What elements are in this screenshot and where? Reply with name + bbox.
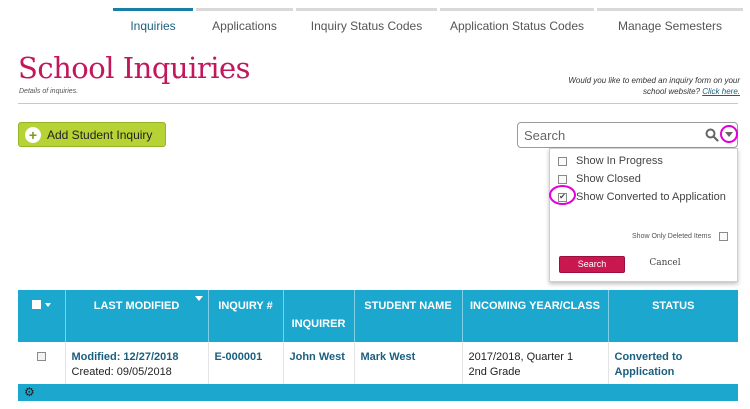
inquiry-number-link[interactable]: E-000001 bbox=[215, 351, 263, 363]
tab-applications[interactable]: Applications bbox=[196, 8, 293, 38]
filter-show-converted[interactable]: ✔ Show Converted to Application bbox=[558, 191, 726, 203]
filter-label: Show Closed bbox=[576, 173, 641, 185]
modified-link[interactable]: Modified: 12/27/2018 bbox=[72, 350, 202, 365]
top-tabs: Inquiries Applications Inquiry Status Co… bbox=[113, 0, 746, 38]
checkbox[interactable] bbox=[558, 156, 567, 166]
status-cell: Converted to Application bbox=[608, 342, 738, 389]
col-inquirer[interactable]: INQUIRER bbox=[283, 290, 355, 342]
embed-prompt: Would you like to embed an inquiry form … bbox=[560, 75, 740, 97]
header-label: LAST MODIFIED bbox=[93, 300, 180, 312]
filter-search-button[interactable]: Search bbox=[559, 256, 625, 273]
inquiries-table: LAST MODIFIED INQUIRY # INQUIRER STUDENT… bbox=[18, 290, 738, 389]
col-student-name[interactable]: STUDENT NAME bbox=[354, 290, 463, 342]
col-incoming[interactable]: INCOMING YEAR/CLASS bbox=[462, 290, 609, 342]
sort-desc-icon bbox=[194, 296, 203, 301]
filter-show-in-progress[interactable]: Show In Progress bbox=[558, 155, 663, 167]
add-student-inquiry-button[interactable]: + Add Student Inquiry bbox=[18, 122, 166, 147]
filter-show-closed[interactable]: Show Closed bbox=[558, 173, 641, 185]
last-modified-cell: Modified: 12/27/2018 Created: 09/05/2018 bbox=[65, 342, 209, 389]
inquirer-cell: John West bbox=[283, 342, 355, 389]
filter-show-deleted[interactable]: Show Only Deleted Items bbox=[632, 232, 728, 241]
table-footer: ⚙ bbox=[18, 384, 738, 401]
search-input[interactable] bbox=[522, 126, 700, 144]
header-label: INQUIRER bbox=[291, 318, 346, 330]
table-row: Modified: 12/27/2018 Created: 09/05/2018… bbox=[18, 342, 738, 389]
col-last-modified[interactable]: LAST MODIFIED bbox=[65, 290, 209, 342]
tab-inquiry-status-codes[interactable]: Inquiry Status Codes bbox=[296, 8, 437, 38]
tab-manage-semesters[interactable]: Manage Semesters bbox=[597, 8, 743, 38]
inquirer-link[interactable]: John West bbox=[290, 351, 345, 363]
search-box bbox=[517, 122, 738, 148]
select-all-checkbox[interactable] bbox=[31, 300, 51, 309]
student-link[interactable]: Mark West bbox=[361, 351, 416, 363]
search-icon[interactable] bbox=[705, 128, 719, 142]
tab-inquiries[interactable]: Inquiries bbox=[113, 8, 193, 38]
filter-dropdown-toggle[interactable] bbox=[720, 125, 738, 143]
filter-label: Show Converted to Application bbox=[576, 191, 726, 203]
col-inquiry-number[interactable]: INQUIRY # bbox=[208, 290, 284, 342]
chevron-down-icon bbox=[725, 131, 733, 137]
header-label: INCOMING YEAR/CLASS bbox=[470, 300, 600, 312]
tab-application-status-codes[interactable]: Application Status Codes bbox=[440, 8, 594, 38]
embed-link[interactable]: Click here. bbox=[702, 87, 740, 96]
header-label: INQUIRY # bbox=[218, 300, 273, 312]
gear-icon[interactable]: ⚙ bbox=[24, 385, 35, 400]
checkbox[interactable] bbox=[558, 174, 567, 184]
header-label: STUDENT NAME bbox=[364, 300, 452, 312]
plus-icon: + bbox=[25, 126, 41, 143]
col-status[interactable]: STATUS bbox=[608, 290, 738, 342]
inquiry-number-cell: E-000001 bbox=[208, 342, 284, 389]
add-student-inquiry-label: Add Student Inquiry bbox=[47, 127, 153, 142]
incoming-class: 2nd Grade bbox=[468, 366, 521, 378]
status-link[interactable]: Converted to Application bbox=[615, 351, 683, 378]
highlight-ring bbox=[549, 185, 576, 205]
select-all-header[interactable] bbox=[18, 290, 66, 342]
filter-dropdown: Show In Progress Show Closed ✔ Show Conv… bbox=[549, 148, 738, 282]
row-select-cell bbox=[18, 342, 66, 389]
incoming-year: 2017/2018, Quarter 1 bbox=[468, 351, 574, 363]
header-divider bbox=[18, 103, 738, 104]
incoming-cell: 2017/2018, Quarter 1 2nd Grade bbox=[462, 342, 609, 389]
page-subtitle: Details of inquiries. bbox=[19, 88, 79, 95]
created-date: Created: 09/05/2018 bbox=[71, 366, 172, 378]
filter-label: Show In Progress bbox=[576, 155, 663, 167]
row-checkbox[interactable] bbox=[37, 352, 46, 361]
filter-cancel-button[interactable]: Cancel bbox=[645, 256, 685, 273]
page-title: School Inquiries bbox=[18, 51, 251, 85]
checkbox[interactable] bbox=[719, 232, 728, 241]
chevron-down-icon bbox=[44, 302, 51, 307]
student-cell: Mark West bbox=[354, 342, 463, 389]
header-label: STATUS bbox=[652, 300, 695, 312]
filter-label: Show Only Deleted Items bbox=[632, 233, 711, 240]
